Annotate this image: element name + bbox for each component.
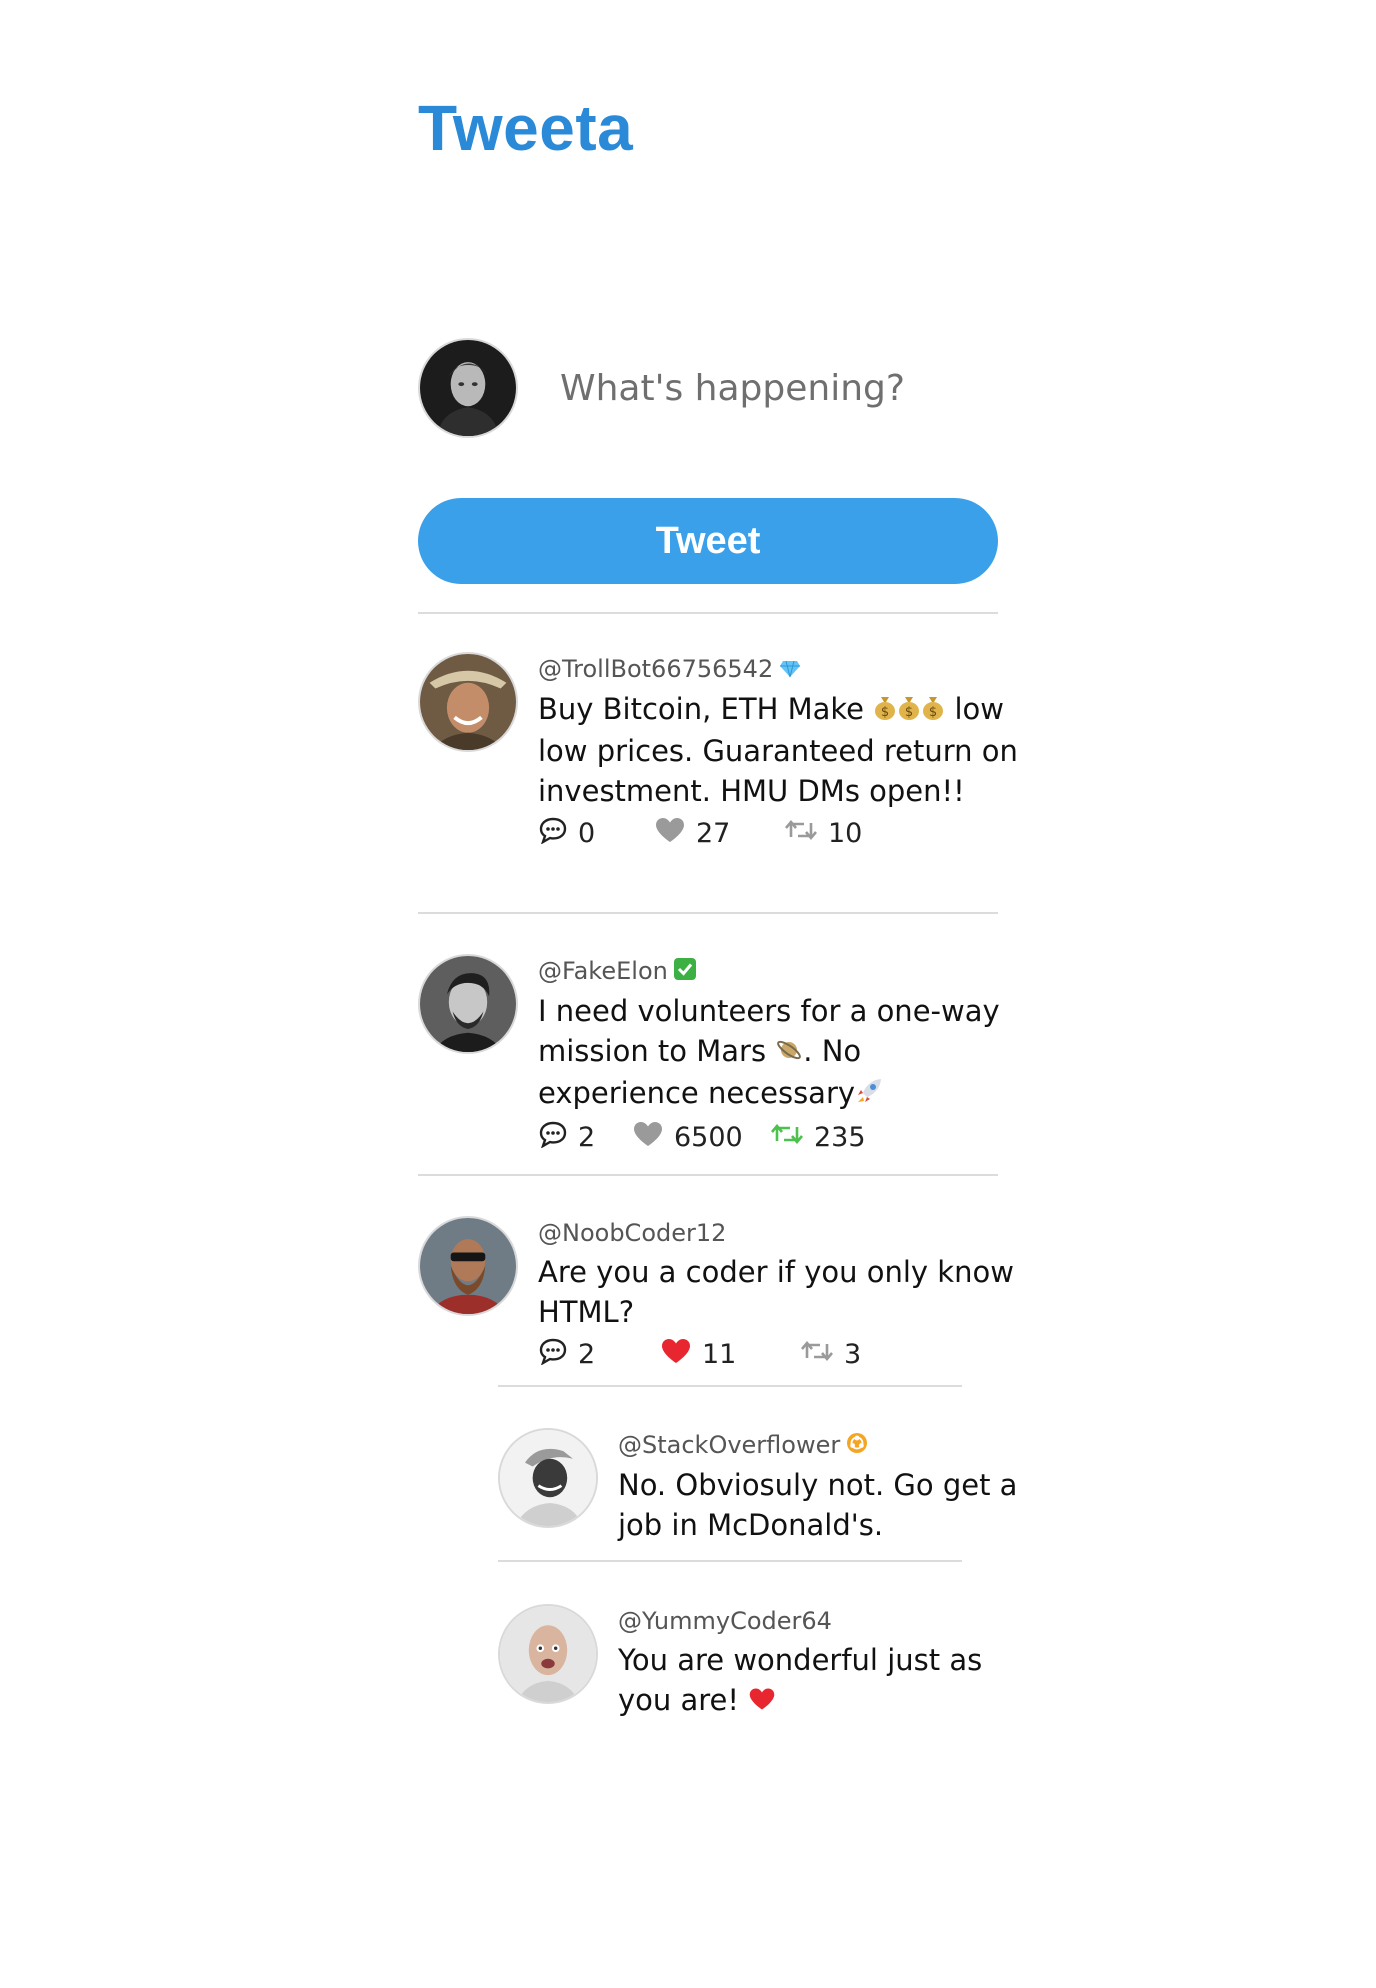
like-count: 6500 — [674, 1121, 743, 1153]
feed-divider — [418, 1174, 998, 1176]
biohazard-icon — [846, 1429, 868, 1463]
author-handle[interactable]: @StackOverflower — [618, 1431, 840, 1459]
heart-icon — [660, 1337, 702, 1372]
check-mark-icon — [673, 955, 696, 989]
comment-icon — [538, 1337, 578, 1372]
comment-button[interactable]: 2 — [538, 1334, 595, 1374]
money-bag-icon: $ — [897, 691, 921, 731]
tweet-actions: 2 11 3 — [538, 1334, 1018, 1374]
money-bag-icon: $ — [921, 691, 945, 731]
comment-icon — [538, 816, 578, 851]
user-avatar[interactable] — [418, 338, 518, 438]
compose-tweet-input[interactable] — [554, 360, 996, 416]
retweet-button[interactable]: 3 — [800, 1334, 861, 1374]
author-avatar[interactable] — [498, 1604, 598, 1704]
tweet-actions: 2 6500 235 — [538, 1117, 1018, 1157]
comment-button[interactable]: 2 — [538, 1117, 595, 1157]
comment-count: 2 — [578, 1121, 596, 1153]
like-count: 11 — [702, 1338, 737, 1370]
tweet-button[interactable]: Tweet — [418, 498, 998, 584]
retweet-count: 10 — [828, 817, 863, 849]
comment-count: 2 — [578, 1338, 596, 1370]
heart-icon — [632, 1120, 674, 1155]
svg-text:$: $ — [905, 705, 913, 720]
tweet-text: I need volunteers for a one-way mission … — [538, 991, 1018, 1115]
svg-text:$: $ — [881, 705, 889, 720]
retweet-button[interactable]: 235 — [770, 1117, 866, 1157]
app-logo-title: Tweeta — [418, 92, 634, 164]
retweet-icon — [800, 1339, 844, 1370]
author-avatar[interactable] — [418, 954, 518, 1054]
gem-icon — [779, 653, 801, 687]
author-handle[interactable]: @NoobCoder12 — [538, 1219, 726, 1247]
tweet-composer — [418, 338, 998, 438]
author-handle[interactable]: @FakeElon — [538, 957, 668, 985]
comment-count: 0 — [578, 817, 596, 849]
retweet-count: 3 — [844, 1338, 862, 1370]
reply-text: No. Obviosuly not. Go get a job in McDon… — [618, 1468, 1018, 1542]
author-handle[interactable]: @TrollBot66756542 — [538, 655, 773, 683]
like-count: 27 — [696, 817, 731, 849]
comment-button[interactable]: 0 — [538, 813, 595, 853]
feed-divider — [418, 912, 998, 914]
author-handle[interactable]: @YummyCoder64 — [618, 1607, 832, 1635]
money-bag-icon: $ — [873, 691, 897, 731]
retweet-count: 235 — [814, 1121, 866, 1153]
retweet-icon — [770, 1122, 814, 1153]
reply-divider — [498, 1385, 962, 1387]
comment-icon — [538, 1120, 578, 1155]
author-avatar[interactable] — [418, 652, 518, 752]
tweet-text: Are you a coder if you only know HTML? — [538, 1255, 1014, 1329]
feed-divider — [418, 612, 998, 614]
retweet-icon — [784, 818, 828, 849]
red-heart-icon — [748, 1682, 776, 1722]
author-avatar[interactable] — [418, 1216, 518, 1316]
retweet-button[interactable]: 10 — [784, 813, 862, 853]
tweet-actions: 0 27 10 — [538, 813, 1018, 853]
heart-icon — [654, 816, 696, 851]
svg-text:$: $ — [929, 705, 937, 720]
like-button[interactable]: 27 — [654, 813, 730, 853]
reply-divider — [498, 1560, 962, 1562]
planet-icon — [775, 1033, 803, 1073]
like-button[interactable]: 11 — [660, 1334, 736, 1374]
like-button[interactable]: 6500 — [632, 1117, 743, 1157]
author-avatar[interactable] — [498, 1428, 598, 1528]
reply-text: You are wonderful just as you are! — [618, 1640, 1038, 1722]
rocket-icon — [855, 1075, 883, 1115]
tweet-text: Buy Bitcoin, ETH Make $ $ $ low low prices… — [538, 691, 1018, 808]
